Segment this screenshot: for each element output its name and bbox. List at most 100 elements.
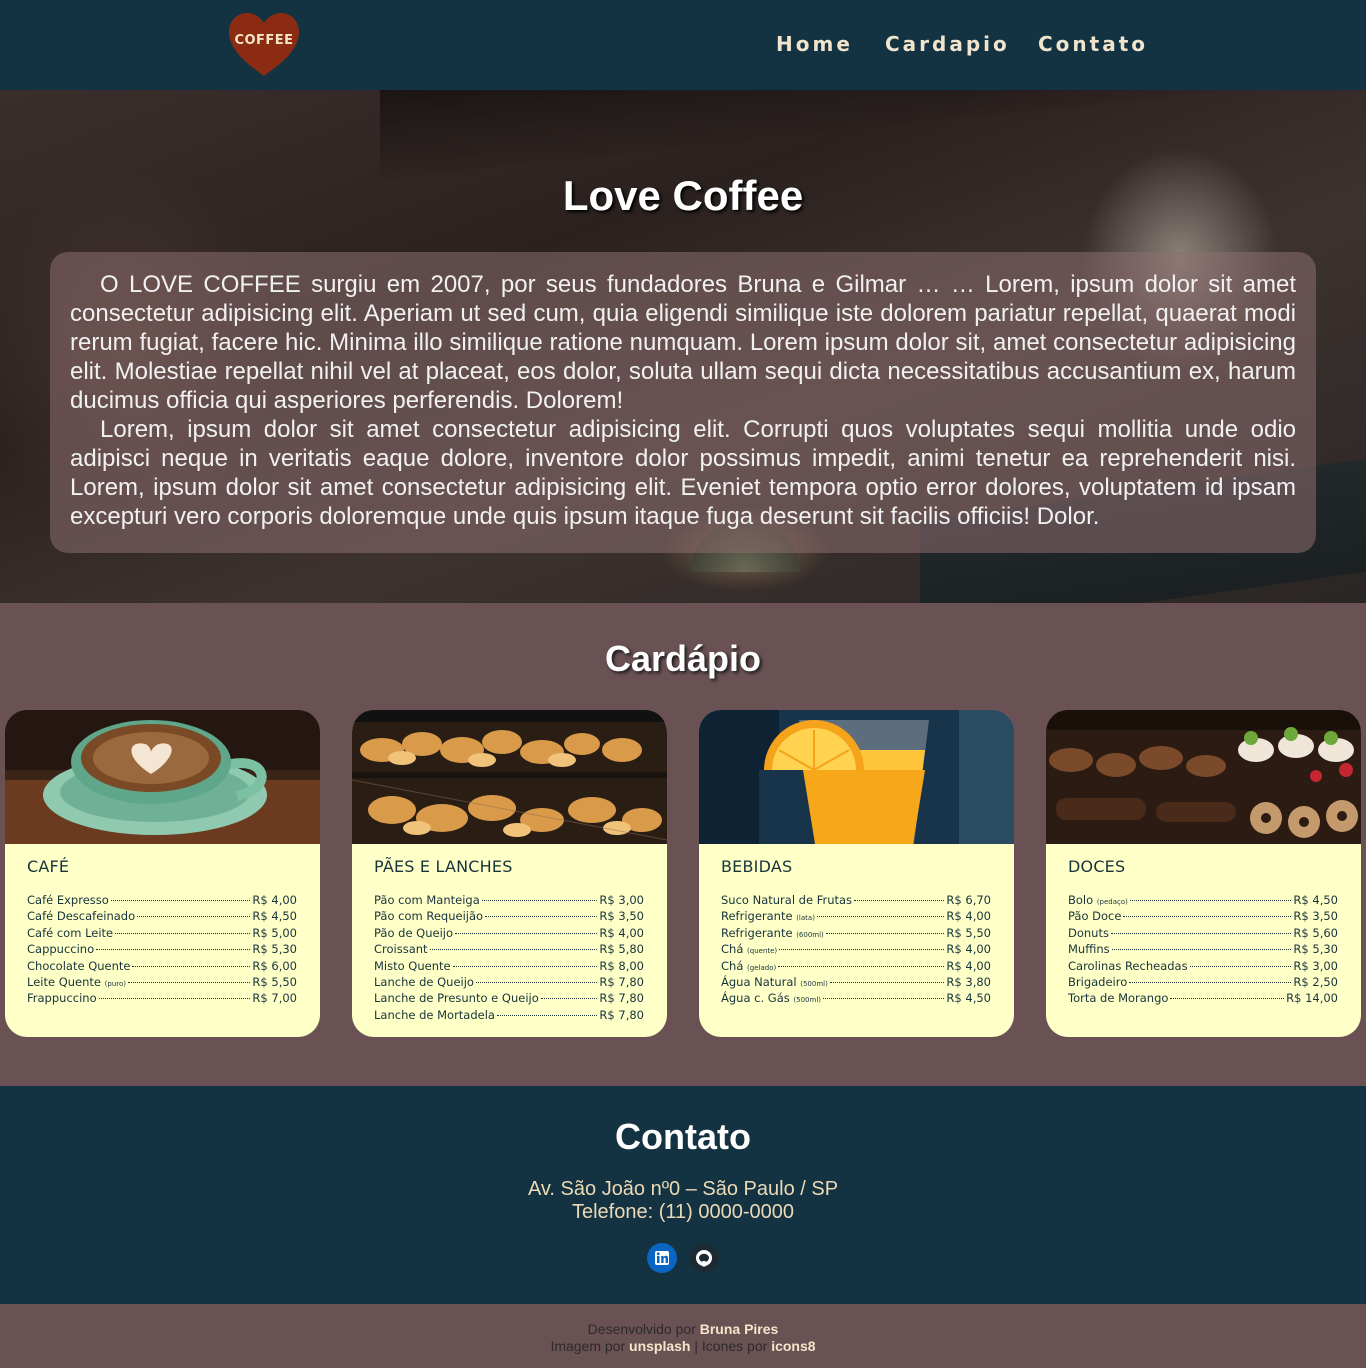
footer-credits-dev: Desenvolvido por Bruna Pires	[0, 1321, 1366, 1337]
footer-dev-name[interactable]: Bruna Pires	[700, 1321, 779, 1337]
menu-item-name-text: Pão com Requeijão	[374, 909, 484, 924]
menu-item: Pão Doce R$ 3,50	[1068, 909, 1338, 925]
menu-item-name: Muffins	[1068, 942, 1110, 956]
menu-item-name-text: Refrigerante	[721, 909, 793, 924]
dot-leader	[778, 965, 945, 967]
menu-item: Suco Natural de Frutas R$ 6,70	[721, 893, 991, 909]
menu-title: Cardápio	[604, 638, 762, 679]
nav-home[interactable]: Home	[776, 32, 853, 56]
menu-item: Chocolate Quente R$ 6,00	[27, 959, 297, 975]
github-icon[interactable]	[689, 1243, 719, 1273]
menu-item-price: R$ 5,50	[946, 925, 991, 940]
card-title: CAFÉ	[27, 857, 70, 876]
dot-leader	[137, 916, 251, 918]
nav-cardapio[interactable]: Cardapio	[885, 32, 1010, 56]
menu-item: Bolo (pedaço) R$ 4,50	[1068, 893, 1338, 909]
menu-item-name: Lanche de Presunto e Queijo	[374, 991, 539, 1005]
linkedin-icon[interactable]	[647, 1243, 677, 1273]
dot-leader	[110, 900, 251, 901]
menu-item-name: Chá (quente)	[721, 942, 777, 956]
card-title: BEBIDAS	[721, 857, 793, 876]
dot-leader	[540, 998, 598, 1000]
menu-item-note: (500ml)	[793, 996, 821, 1005]
menu-item-price: R$ 5,50	[252, 974, 297, 989]
menu-item-name: Donuts	[1068, 926, 1109, 940]
menu-item-name-text: Lanche de Queijo	[374, 974, 474, 989]
menu-item: Croissant R$ 5,80	[374, 942, 644, 958]
menu-item-name-text: Pão com Manteiga	[374, 893, 480, 907]
dot-leader	[1123, 916, 1292, 918]
menu-item-price: R$ 6,00	[252, 958, 297, 973]
dot-leader	[1170, 998, 1285, 1000]
menu-item-name: Café Expresso	[27, 893, 109, 907]
menu-list: Bolo (pedaço) R$ 4,50 Pão Doce R$ 3,50 Donut…	[1068, 893, 1338, 1008]
menu-item-name-text: Carolinas Recheadas	[1068, 958, 1188, 973]
menu-item-name: Café com Leite	[27, 926, 113, 940]
dot-leader	[115, 932, 251, 934]
menu-item-name: Pão com Manteiga	[374, 893, 480, 907]
dot-leader	[128, 981, 251, 983]
menu-item-price: R$ 6,70	[946, 893, 991, 907]
card-title: DOCES	[1068, 857, 1126, 876]
menu-item-note: (500ml)	[800, 979, 828, 988]
dot-leader	[825, 932, 945, 934]
menu-item-name-text: Chá	[721, 958, 744, 973]
card-title: PÃES E LANCHES	[374, 857, 513, 876]
hero-background-beam	[380, 90, 1280, 180]
menu-item-name-text: Lanche de Mortadela	[374, 1007, 495, 1022]
menu-item: Água c. Gás (500ml) R$ 4,50	[721, 991, 991, 1007]
menu-item: Pão com Manteiga R$ 3,00	[374, 893, 644, 909]
menu-item: Lanche de Queijo R$ 7,80	[374, 975, 644, 991]
menu-item-name: Pão Doce	[1068, 909, 1121, 923]
menu-item: Pão de Queijo R$ 4,00	[374, 926, 644, 942]
menu-list: Suco Natural de Frutas R$ 6,70 Refrigerant…	[721, 893, 991, 1008]
menu-item: Lanche de Mortadela R$ 7,80	[374, 1008, 644, 1024]
footer-img-source-link[interactable]: unsplash	[629, 1338, 690, 1354]
menu-item-name: Refrigerante (lata)	[721, 909, 815, 923]
dot-leader	[496, 1014, 598, 1016]
site-footer: Desenvolvido por Bruna Pires Imagem por …	[0, 1304, 1366, 1368]
menu-item-name: Carolinas Recheadas	[1068, 959, 1188, 973]
menu-item-price: R$ 5,30	[1293, 942, 1338, 957]
footer-credits-images: Imagem por unsplash | Icones por icons8	[0, 1338, 1366, 1354]
menu-item: Refrigerante (lata) R$ 4,00	[721, 909, 991, 925]
menu-item-note: (600ml)	[796, 930, 824, 939]
menu-item-price: R$ 14,00	[1286, 991, 1338, 1006]
footer-separator: |	[694, 1338, 699, 1354]
menu-item-name-text: Água c. Gás	[721, 991, 790, 1006]
menu-item-price: R$ 4,00	[946, 942, 991, 957]
menu-item-name: Suco Natural de Frutas	[721, 893, 852, 907]
footer-icons-source-link[interactable]: icons8	[771, 1338, 815, 1354]
menu-item-name-text: Água Natural	[721, 974, 797, 989]
dot-leader	[1129, 981, 1292, 983]
menu-item-name: Cappuccino	[27, 942, 94, 956]
dot-leader	[481, 900, 598, 901]
menu-item-price: R$ 3,00	[1293, 958, 1338, 973]
menu-item-name-text: Café Expresso	[27, 893, 109, 907]
nav-contato[interactable]: Contato	[1038, 32, 1148, 56]
menu-item: Pão com Requeijão R$ 3,50	[374, 909, 644, 925]
menu-item-price: R$ 5,60	[1293, 925, 1338, 940]
contact-section: Contato Av. São João nº0 – São Paulo / S…	[0, 1086, 1366, 1304]
menu-item-name: Café Descafeinado	[27, 909, 135, 923]
menu-item-name-text: Suco Natural de Frutas	[721, 893, 853, 907]
dot-leader	[829, 981, 945, 983]
menu-item-name: Frappuccino	[27, 991, 97, 1005]
menu-item: Água Natural (500ml) R$ 3,80	[721, 975, 991, 991]
dot-leader	[1129, 900, 1292, 901]
site-header: COFFEE Home Cardapio Contato	[0, 0, 1366, 90]
menu-item-name-text: Torta de Morango	[1068, 991, 1169, 1006]
orange-juice-image	[699, 710, 1014, 844]
menu-item-name-text: Misto Quente	[374, 958, 451, 973]
menu-item: Carolinas Recheadas R$ 3,00	[1068, 959, 1338, 975]
logo[interactable]: COFFEE	[227, 12, 301, 78]
menu-item-name-text: Frappuccino	[27, 991, 97, 1006]
menu-item-name: Bolo (pedaço)	[1068, 893, 1128, 907]
menu-item-note: (puro)	[104, 979, 127, 988]
menu-item-name: Pão com Requeijão	[374, 909, 483, 923]
menu-item: Torta de Morango R$ 14,00	[1068, 991, 1338, 1007]
menu-item-name-text: Cappuccino	[27, 942, 95, 957]
menu-item: Frappuccino R$ 7,00	[27, 991, 297, 1007]
menu-item-name: Leite Quente (puro)	[27, 975, 126, 989]
menu-item: Donuts R$ 5,60	[1068, 926, 1338, 942]
